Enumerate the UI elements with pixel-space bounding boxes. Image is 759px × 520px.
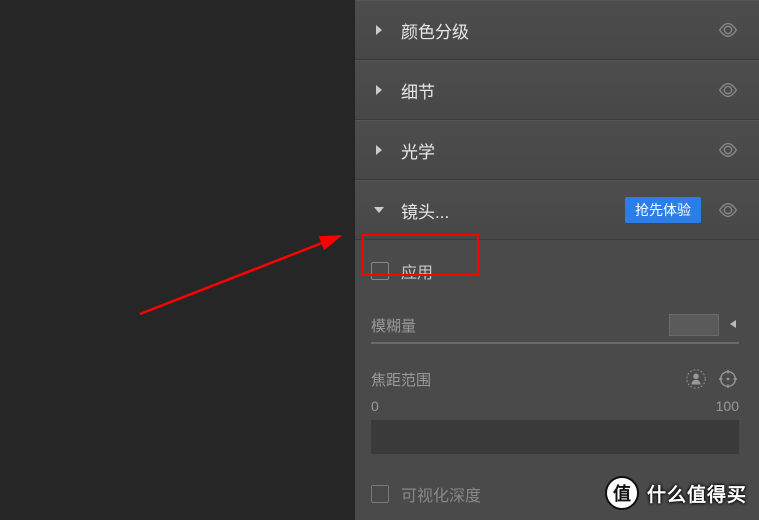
visualize-depth-checkbox[interactable] <box>371 485 389 503</box>
watermark: 值 什么值得买 <box>605 476 747 510</box>
panel-optics[interactable]: 光学 <box>355 120 759 180</box>
lens-panel-body: 应用 模糊量 焦距范围 0 <box>355 240 759 506</box>
panel-title: 光学 <box>401 138 717 163</box>
apply-label: 应用 <box>401 259 433 283</box>
watermark-logo: 值 <box>605 476 639 510</box>
panel-title: 镜头... <box>401 198 625 223</box>
canvas-area <box>0 0 355 520</box>
blur-slider-section: 模糊量 <box>371 314 739 344</box>
range-max: 100 <box>716 398 739 414</box>
person-focus-icon[interactable] <box>685 368 707 390</box>
target-icon[interactable] <box>717 368 739 390</box>
range-min: 0 <box>371 398 379 414</box>
triangle-left-icon[interactable] <box>727 317 739 333</box>
panel-detail[interactable]: 细节 <box>355 60 759 120</box>
panel-lens[interactable]: 镜头... 抢先体验 <box>355 180 759 240</box>
panel-title: 颜色分级 <box>401 18 717 43</box>
blur-slider[interactable] <box>371 342 739 344</box>
eye-icon[interactable] <box>717 139 739 161</box>
early-access-badge: 抢先体验 <box>625 197 701 223</box>
apply-checkbox[interactable] <box>371 262 389 280</box>
chevron-right-icon <box>371 142 387 158</box>
focus-range-label: 焦距范围 <box>371 369 675 390</box>
eye-icon[interactable] <box>717 199 739 221</box>
visualize-depth-label: 可视化深度 <box>401 482 481 506</box>
eye-icon[interactable] <box>717 19 739 41</box>
blur-value-input[interactable] <box>669 314 719 336</box>
chevron-right-icon <box>371 22 387 38</box>
panel-title: 细节 <box>401 78 717 103</box>
apply-row[interactable]: 应用 <box>371 254 739 288</box>
properties-panel: 颜色分级 细节 光学 镜头... 抢先体验 <box>355 0 759 520</box>
blur-label: 模糊量 <box>371 315 669 336</box>
chevron-right-icon <box>371 82 387 98</box>
focus-range-bar[interactable] <box>371 420 739 454</box>
watermark-text: 什么值得买 <box>647 480 747 507</box>
focus-range-section: 焦距范围 0 100 <box>371 368 739 454</box>
chevron-down-icon <box>371 202 387 218</box>
eye-icon[interactable] <box>717 79 739 101</box>
panel-color-grading[interactable]: 颜色分级 <box>355 0 759 60</box>
